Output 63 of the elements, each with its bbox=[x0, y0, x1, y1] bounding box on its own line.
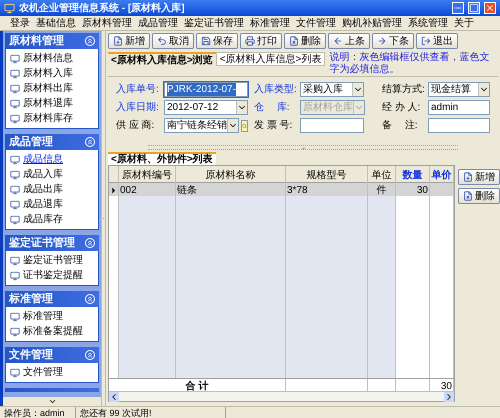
sidebar-item[interactable]: 证书鉴定提醒 bbox=[23, 268, 83, 283]
sidebar-item[interactable]: 成品库存 bbox=[23, 212, 63, 227]
field-label: 结算方式: bbox=[382, 82, 426, 97]
group-header[interactable]: 鉴定证书管理 bbox=[5, 235, 99, 251]
dropdown-field[interactable]: 2012-07-12 bbox=[164, 100, 248, 115]
field-label: 入库类型: bbox=[254, 82, 298, 97]
menu-item[interactable]: 系统管理 bbox=[408, 16, 448, 30]
sidebar-item[interactable]: 原材料信息 bbox=[23, 51, 73, 66]
toolbar-button[interactable]: 取消 bbox=[152, 33, 194, 49]
field-label: 备 注: bbox=[382, 118, 419, 133]
sidebar-item[interactable]: 鉴定证书管理 bbox=[23, 253, 83, 268]
toolbar-button[interactable]: 打印 bbox=[240, 33, 282, 49]
menu-item[interactable]: 鉴定证书管理 bbox=[184, 16, 244, 30]
tab[interactable]: <原材料入库信息>列表 bbox=[216, 52, 326, 66]
text-field[interactable]: PJRK-2012-07- bbox=[164, 82, 248, 97]
sidebar-item[interactable]: 原材料入库 bbox=[23, 66, 73, 81]
window-title: 农机企业管理信息系统 - [原材料入库] bbox=[19, 1, 186, 16]
sidebar-item[interactable]: 标准备案提醒 bbox=[23, 324, 83, 339]
group-header[interactable]: 成品管理 bbox=[5, 134, 99, 150]
sidebar-item[interactable]: 成品退库 bbox=[23, 197, 63, 212]
menu-item[interactable]: 文件管理 bbox=[296, 16, 336, 30]
tab[interactable]: <原材料入库信息>浏览 bbox=[108, 52, 216, 66]
toolbar-button[interactable]: 下条 bbox=[372, 33, 414, 49]
field-label: 入库日期: bbox=[116, 100, 160, 115]
sidebar-item[interactable]: 文件管理 bbox=[23, 365, 63, 380]
status-text: 您还有 99 次试用! bbox=[76, 407, 226, 418]
sidebar-item[interactable]: 成品出库 bbox=[23, 182, 63, 197]
field-label: 仓 库: bbox=[254, 100, 291, 115]
sidebar-item[interactable]: 标准管理 bbox=[23, 309, 63, 324]
sidebar-item[interactable]: 原材料库存 bbox=[23, 111, 73, 126]
group-header[interactable]: 标准管理 bbox=[5, 291, 99, 307]
text-field[interactable]: admin bbox=[428, 100, 490, 115]
menu-item[interactable]: 基础信息 bbox=[36, 16, 76, 30]
field-label: 入库单号: bbox=[116, 82, 160, 97]
toolbar-button[interactable]: 删除 bbox=[284, 33, 326, 49]
tab[interactable]: <原材料、外协件>列表 bbox=[108, 152, 216, 165]
sidebar-item[interactable]: 成品入库 bbox=[23, 167, 63, 182]
grid-button[interactable]: 新增 bbox=[458, 169, 500, 185]
group-header[interactable]: 文件管理 bbox=[5, 347, 99, 363]
toolbar-button[interactable]: 上条 bbox=[328, 33, 370, 49]
menu-item[interactable]: 原材料管理 bbox=[82, 16, 132, 30]
field-label: 供 应 商: bbox=[116, 118, 156, 133]
toolbar-button[interactable]: 新增 bbox=[108, 33, 150, 49]
dropdown-field[interactable]: 采购入库 bbox=[300, 82, 364, 97]
menu-item[interactable]: 关于 bbox=[454, 16, 474, 30]
field-label: 经 办 人: bbox=[382, 100, 422, 115]
toolbar-button[interactable]: 保存 bbox=[196, 33, 238, 49]
note-text: 说明：灰色编辑框仅供查看，蓝色文字为必填信息。 bbox=[328, 52, 490, 76]
status-text: 操作员：admin bbox=[0, 407, 76, 418]
menu-item[interactable]: 成品管理 bbox=[138, 16, 178, 30]
dropdown-field[interactable]: 南宁链条经销 bbox=[164, 118, 239, 133]
menu-item[interactable]: 购机补贴管理 bbox=[342, 16, 402, 30]
grid-button[interactable]: 删除 bbox=[458, 188, 500, 204]
sidebar-item[interactable]: 原材料出库 bbox=[23, 81, 73, 96]
menu-item[interactable]: 标准管理 bbox=[250, 16, 290, 30]
sidebar-item[interactable]: 成品信息 bbox=[23, 152, 63, 167]
sidebar-item[interactable]: 原材料退库 bbox=[23, 96, 73, 111]
menu-item[interactable]: 登录 bbox=[10, 16, 30, 30]
dropdown-field[interactable]: 现金结算 bbox=[428, 82, 490, 97]
table-row[interactable]: 002 链条 3*78 件 30 bbox=[109, 183, 454, 196]
field-label: 发 票 号: bbox=[254, 119, 294, 133]
toolbar-button[interactable]: 退出 bbox=[416, 33, 458, 49]
group-header[interactable]: 原材料管理 bbox=[5, 33, 99, 49]
